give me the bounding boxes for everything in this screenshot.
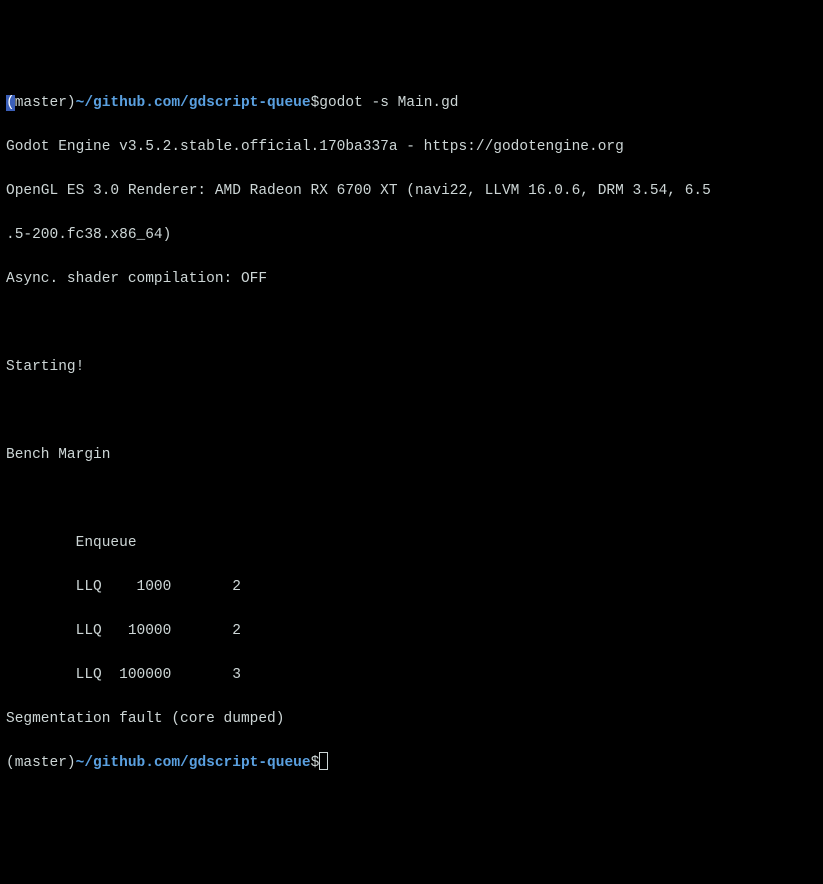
output-line: LLQ 100000 3 — [6, 664, 817, 686]
output-line: LLQ 10000 2 — [6, 620, 817, 642]
branch-open: ( — [6, 755, 15, 771]
output-line: Async. shader compilation: OFF — [6, 268, 817, 290]
output-line: OpenGL ES 3.0 Renderer: AMD Radeon RX 67… — [6, 180, 817, 202]
branch-close: ) — [67, 95, 76, 111]
output-line: Segmentation fault (core dumped) — [6, 708, 817, 730]
output-line — [6, 400, 817, 422]
prompt-line-2[interactable]: (master)~/github.com/gdscript-queue$ — [6, 752, 817, 774]
command-text: godot -s Main.gd — [319, 95, 458, 111]
cwd-path: ~/github.com/gdscript-queue — [76, 95, 311, 111]
branch-name: master — [15, 755, 67, 771]
cursor-icon[interactable] — [319, 752, 328, 770]
cwd-path: ~/github.com/gdscript-queue — [76, 755, 311, 771]
output-line: .5-200.fc38.x86_64) — [6, 224, 817, 246]
output-line: LLQ 1000 2 — [6, 576, 817, 598]
output-line: Starting! — [6, 356, 817, 378]
prompt-dollar: $ — [311, 95, 320, 111]
branch-close: ) — [67, 755, 76, 771]
output-line — [6, 312, 817, 334]
prompt-line-1: (master)~/github.com/gdscript-queue$godo… — [6, 92, 817, 114]
output-line: Bench Margin — [6, 444, 817, 466]
output-line: Enqueue — [6, 532, 817, 554]
branch-name: master — [15, 95, 67, 111]
output-line — [6, 488, 817, 510]
output-line: Godot Engine v3.5.2.stable.official.170b… — [6, 136, 817, 158]
prompt-dollar: $ — [311, 755, 320, 771]
branch-open: ( — [6, 95, 15, 111]
